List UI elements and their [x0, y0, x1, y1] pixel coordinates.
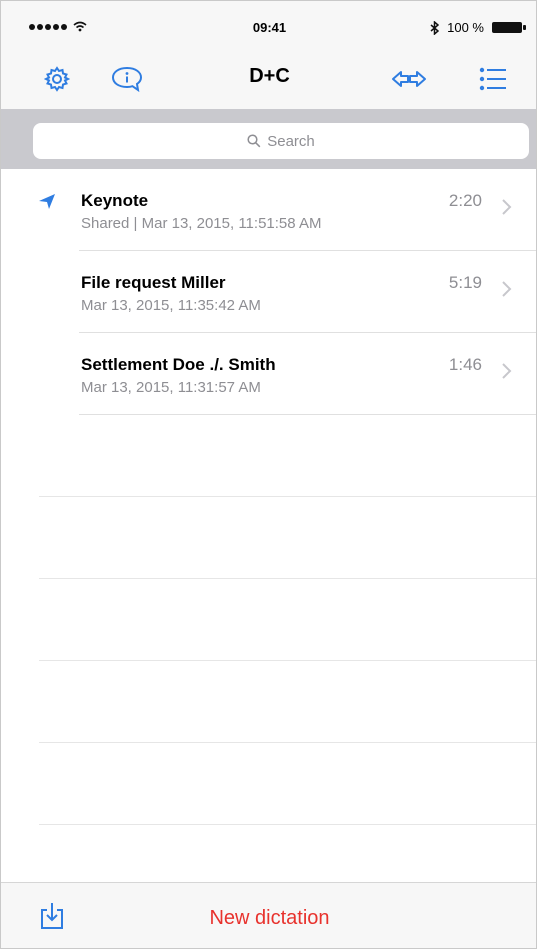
battery-percent: 100 % — [447, 20, 484, 35]
recording-duration: 5:19 — [448, 273, 482, 292]
recording-duration: 1:46 — [448, 355, 482, 374]
status-right: 100 % — [430, 20, 526, 35]
list-view-button[interactable] — [473, 59, 513, 99]
empty-row-divider — [39, 578, 536, 579]
recording-subtitle: Mar 13, 2015, 11:31:57 AM — [81, 379, 261, 396]
empty-row-divider — [39, 824, 536, 825]
recording-title: File request Miller — [81, 273, 226, 292]
row-divider — [79, 414, 536, 415]
bottom-toolbar: New dictation — [1, 882, 536, 948]
recording-title: Keynote — [81, 191, 149, 210]
status-bar: 09:41 100 % — [1, 1, 536, 45]
battery-icon — [492, 22, 526, 33]
chevron-right-icon — [502, 281, 512, 297]
list-icon — [479, 67, 506, 91]
sync-button[interactable] — [389, 59, 429, 99]
recording-title: Settlement Doe ./. Smith — [81, 355, 276, 374]
search-icon — [247, 134, 261, 148]
recordings-list: Keynote Shared | Mar 13, 2015, 11:51:58 … — [1, 169, 536, 415]
list-item[interactable]: Keynote Shared | Mar 13, 2015, 11:51:58 … — [1, 169, 536, 251]
new-dictation-button[interactable]: New dictation — [1, 907, 536, 930]
chevron-right-icon — [502, 199, 512, 215]
empty-row-divider — [39, 660, 536, 661]
search-input[interactable]: Search — [33, 123, 529, 159]
empty-row-divider — [39, 742, 536, 743]
bluetooth-icon — [430, 20, 440, 35]
recording-duration: 2:20 — [448, 191, 482, 210]
recording-subtitle: Shared | Mar 13, 2015, 11:51:58 AM — [81, 215, 322, 232]
chevron-right-icon — [502, 363, 512, 379]
shared-arrow-icon — [39, 194, 55, 209]
navigation-bar: D+C — [1, 45, 536, 109]
page-title: D+C — [249, 65, 290, 87]
list-item[interactable]: Settlement Doe ./. Smith Mar 13, 2015, 1… — [1, 333, 536, 415]
search-placeholder: Search — [267, 132, 315, 150]
recording-subtitle: Mar 13, 2015, 11:35:42 AM — [81, 297, 261, 314]
search-bar: Search — [1, 109, 536, 169]
app-screen: 09:41 100 % D+C Search Keynote Shared | … — [0, 0, 537, 949]
list-item[interactable]: File request Miller Mar 13, 2015, 11:35:… — [1, 251, 536, 333]
transfer-arrows-icon — [392, 71, 426, 87]
empty-row-divider — [39, 496, 536, 497]
